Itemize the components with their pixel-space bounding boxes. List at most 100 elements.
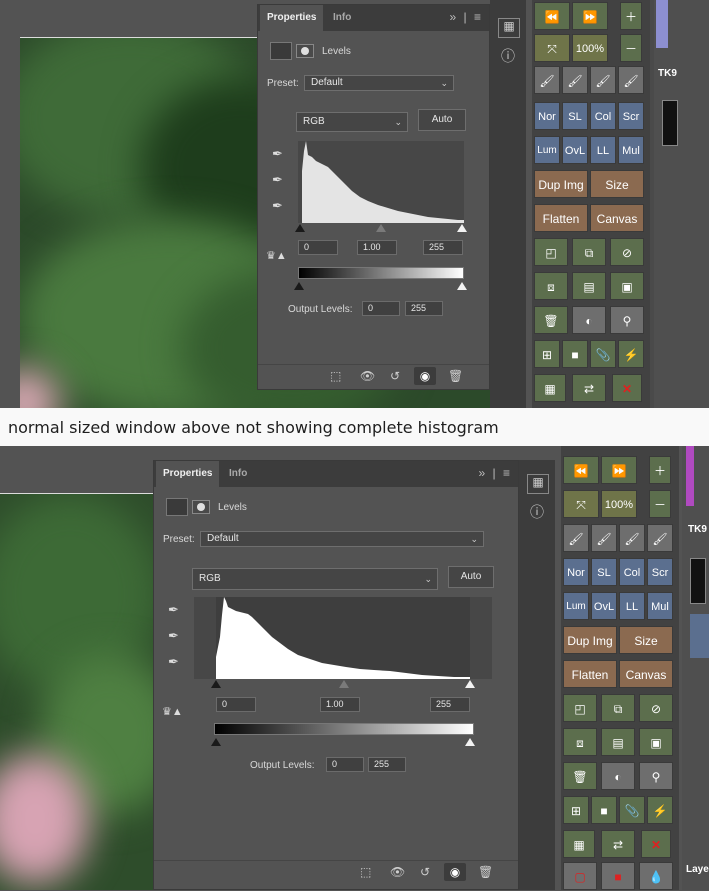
hide-layer-icon[interactable]: ⊘ (639, 694, 673, 722)
clipping-warning-icon[interactable]: ♛▲ (266, 249, 290, 263)
close-x-icon[interactable]: ✕ (612, 374, 642, 402)
attach-icon[interactable]: 📎 (619, 796, 645, 824)
gray-point-eyedropper-icon[interactable]: ✒ (272, 173, 286, 187)
lightning-icon[interactable]: ⚡ (618, 340, 644, 368)
input-black-field[interactable]: 0 (298, 240, 338, 255)
brush-white-icon[interactable]: 🖌 (562, 66, 588, 94)
canvas-button[interactable]: Canvas (590, 204, 644, 232)
output-white-slider[interactable] (457, 282, 467, 290)
fit-screen-icon[interactable]: ⤧ (563, 490, 599, 518)
group-layers-icon[interactable]: ▣ (639, 728, 673, 756)
size-button[interactable]: Size (590, 170, 644, 198)
delete-trash-icon[interactable]: 🗑 (448, 369, 463, 383)
tab-info[interactable]: Info (222, 461, 254, 487)
blend-luminosity-button[interactable]: Lum (563, 592, 589, 620)
blend-overlay-button[interactable]: OvL (591, 592, 617, 620)
info-icon[interactable]: ⓘ (527, 502, 547, 520)
magnifier-icon[interactable]: ⚲ (639, 762, 673, 790)
prev-icon[interactable]: ⏪ (563, 456, 599, 484)
brush-gray-icon[interactable]: 🖌 (618, 66, 644, 94)
flatten-button[interactable]: Flatten (563, 660, 617, 688)
view-previous-icon[interactable]: 👁 (390, 865, 405, 879)
canvas-button[interactable]: Canvas (619, 660, 673, 688)
gray-point-eyedropper-icon[interactable]: ✒ (168, 629, 182, 643)
output-black-field[interactable]: 0 (326, 757, 364, 772)
blend-screen-button[interactable]: Scr (647, 558, 673, 586)
tab-info[interactable]: Info (326, 5, 358, 31)
reset-icon[interactable]: ↺ (420, 865, 430, 879)
merge-layers-icon[interactable]: ⧈ (534, 272, 568, 300)
tab-properties[interactable]: Properties (156, 461, 220, 487)
blend-overlay-button[interactable]: OvL (562, 136, 588, 164)
zoom-out-icon[interactable]: － (620, 34, 642, 62)
info-icon[interactable]: ⓘ (498, 46, 518, 64)
auto-button[interactable]: Auto (448, 566, 494, 588)
next-icon[interactable]: ⏩ (572, 2, 608, 30)
hide-layer-icon[interactable]: ⊘ (610, 238, 644, 266)
histogram-panel-icon[interactable]: ▦ (498, 18, 520, 38)
layer-mask-icon[interactable] (296, 44, 314, 58)
preset-select[interactable]: Default ⌄ (304, 75, 454, 91)
white-point-eyedropper-icon[interactable]: ✒ (168, 655, 182, 669)
reset-icon[interactable]: ↺ (390, 369, 400, 383)
zoom-100-button[interactable]: 100% (601, 490, 637, 518)
channel-select[interactable]: RGB ⌄ (296, 112, 408, 132)
mask-eraser-icon[interactable]: ◐ (572, 306, 606, 334)
visibility-eye-icon[interactable]: ◉ (414, 367, 436, 385)
channel-select[interactable]: RGB ⌄ (192, 568, 438, 590)
input-gamma-slider[interactable] (339, 680, 349, 688)
magnifier-icon[interactable]: ⚲ (610, 306, 644, 334)
histogram-panel-icon[interactable]: ▦ (527, 474, 549, 494)
blend-color-button[interactable]: Col (590, 102, 616, 130)
output-white-field[interactable]: 255 (405, 301, 443, 316)
input-white-slider[interactable] (465, 680, 475, 688)
new-layer-icon[interactable]: ◰ (534, 238, 568, 266)
blend-screen-button[interactable]: Scr (618, 102, 644, 130)
size-button[interactable]: Size (619, 626, 673, 654)
lightning-icon[interactable]: ⚡ (647, 796, 673, 824)
white-point-eyedropper-icon[interactable]: ✒ (272, 199, 286, 213)
black-fill-icon[interactable]: ■ (591, 796, 617, 824)
brush-black-icon[interactable]: 🖌 (534, 66, 560, 94)
input-white-field[interactable]: 255 (423, 240, 463, 255)
flatten-button[interactable]: Flatten (534, 204, 588, 232)
zoom-in-icon[interactable]: ＋ (620, 2, 642, 30)
blend-color-button[interactable]: Col (619, 558, 645, 586)
brush-white-icon[interactable]: 🖌 (591, 524, 617, 552)
attach-icon[interactable]: 📎 (590, 340, 616, 368)
new-document-icon[interactable]: ▤ (572, 272, 606, 300)
fit-screen-icon[interactable]: ⤧ (534, 34, 570, 62)
brush-black-icon[interactable]: 🖌 (563, 524, 589, 552)
copy-merged-icon[interactable]: ⧉ (572, 238, 606, 266)
copy-merged-icon[interactable]: ⧉ (601, 694, 635, 722)
brush-green-icon[interactable]: 🖌 (619, 524, 645, 552)
merge-layers-icon[interactable]: ⧈ (563, 728, 597, 756)
group-layers-icon[interactable]: ▣ (610, 272, 644, 300)
brush-gray-icon[interactable]: 🖌 (647, 524, 673, 552)
layer-mask-icon[interactable] (192, 500, 210, 514)
blend-normal-button[interactable]: Nor (534, 102, 560, 130)
blend-luminosity-button[interactable]: Lum (534, 136, 560, 164)
new-layer-icon[interactable]: ◰ (563, 694, 597, 722)
calculator-icon[interactable]: ▦ (563, 830, 595, 858)
zoom-100-button[interactable]: 100% (572, 34, 608, 62)
tab-properties[interactable]: Properties (260, 5, 324, 31)
channel-mixer-icon[interactable]: ⊞ (534, 340, 560, 368)
brush-green-icon[interactable]: 🖌 (590, 66, 616, 94)
new-document-icon[interactable]: ▤ (601, 728, 635, 756)
blend-linearlight-button[interactable]: LL (590, 136, 616, 164)
input-black-field[interactable]: 0 (216, 697, 256, 712)
black-point-eyedropper-icon[interactable]: ✒ (272, 147, 286, 161)
output-white-field[interactable]: 255 (368, 757, 406, 772)
clipping-warning-icon[interactable]: ♛▲ (162, 705, 186, 719)
mask-eraser-icon[interactable]: ◐ (601, 762, 635, 790)
zoom-in-icon[interactable]: ＋ (649, 456, 671, 484)
blend-softlight-button[interactable]: SL (591, 558, 617, 586)
preset-select[interactable]: Default ⌄ (200, 531, 484, 547)
visibility-eye-icon[interactable]: ◉ (444, 863, 466, 881)
next-icon[interactable]: ⏩ (601, 456, 637, 484)
view-previous-icon[interactable]: 👁 (360, 369, 375, 383)
channel-mixer-icon[interactable]: ⊞ (563, 796, 589, 824)
blend-linearlight-button[interactable]: LL (619, 592, 645, 620)
calculator-icon[interactable]: ▦ (534, 374, 566, 402)
